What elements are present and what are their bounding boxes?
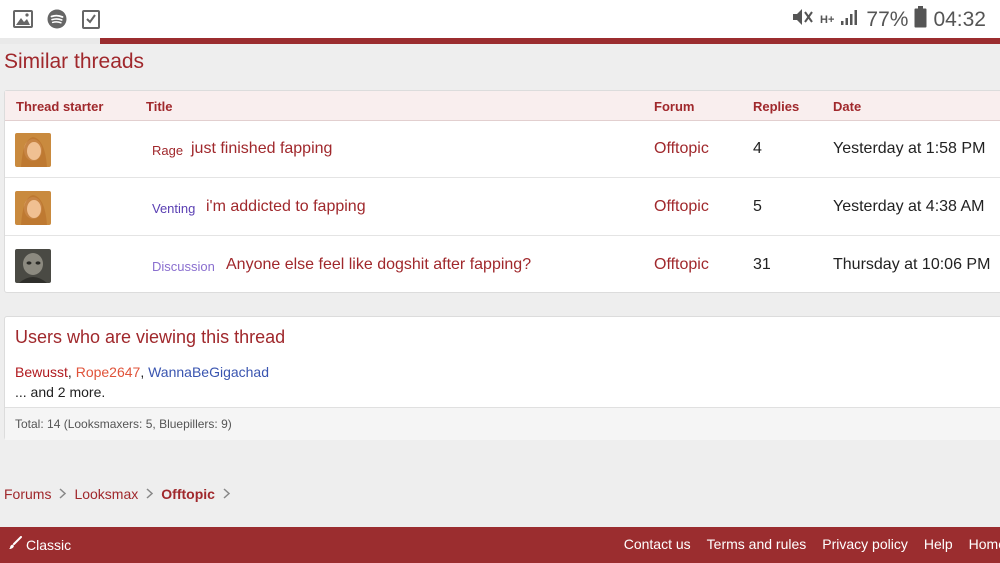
col-thread-starter[interactable]: Thread starter xyxy=(16,99,103,114)
footer-link-terms[interactable]: Terms and rules xyxy=(707,536,807,552)
footer-link-privacy[interactable]: Privacy policy xyxy=(822,536,908,552)
footer-link-home[interactable]: Home xyxy=(969,536,1000,552)
avatar[interactable] xyxy=(15,249,51,283)
thread-prefix[interactable]: Discussion xyxy=(152,259,215,274)
status-bar: H+ 77% 04:32 xyxy=(0,0,1000,38)
col-replies[interactable]: Replies xyxy=(753,99,799,114)
muted-icon xyxy=(790,6,814,33)
battery-percent: 77% xyxy=(866,7,909,31)
footer: Classic Contact us Terms and rules Priva… xyxy=(0,527,1000,563)
forum-link[interactable]: Offtopic xyxy=(654,140,709,158)
thread-date[interactable]: Yesterday at 4:38 AM xyxy=(833,198,985,216)
reply-count: 5 xyxy=(753,198,762,215)
breadcrumb-forums[interactable]: Forums xyxy=(4,486,51,502)
active-tab-indicator xyxy=(0,38,100,44)
thread-date[interactable]: Thursday at 10:06 PM xyxy=(833,256,990,274)
breadcrumb-offtopic[interactable]: Offtopic xyxy=(161,486,215,502)
viewers-total: Total: 14 (Looksmaxers: 5, Bluepillers: … xyxy=(5,407,1000,440)
forum-link[interactable]: Offtopic xyxy=(654,198,709,216)
avatar[interactable] xyxy=(15,191,51,225)
breadcrumb-looksmax[interactable]: Looksmax xyxy=(74,486,138,502)
viewer-list: Bewusst, Rope2647, WannaBeGigachad xyxy=(15,364,269,380)
thread-title-link[interactable]: just finished fapping xyxy=(191,140,332,158)
breadcrumb: Forums Looksmax Offtopic xyxy=(4,486,231,502)
header-bar xyxy=(0,38,1000,44)
thread-date[interactable]: Yesterday at 1:58 PM xyxy=(833,140,985,158)
thread-title-link[interactable]: i'm addicted to fapping xyxy=(206,198,366,216)
table-row: Discussion Anyone else feel like dogshit… xyxy=(5,237,1000,294)
system-indicators: H+ 77% 04:32 xyxy=(790,6,986,33)
table-header: Thread starter Title Forum Replies Date xyxy=(5,91,1000,121)
similar-threads-title: Similar threads xyxy=(4,50,145,73)
viewer-user-link[interactable]: WannaBeGigachad xyxy=(148,364,269,380)
thread-prefix[interactable]: Venting xyxy=(152,201,195,216)
chevron-right-icon xyxy=(59,486,67,502)
footer-links: Contact us Terms and rules Privacy polic… xyxy=(624,536,1000,552)
reply-count: 4 xyxy=(753,140,762,157)
viewer-user-link[interactable]: Rope2647 xyxy=(76,364,141,380)
forum-link[interactable]: Offtopic xyxy=(654,256,709,274)
footer-link-help[interactable]: Help xyxy=(924,536,953,552)
col-forum[interactable]: Forum xyxy=(654,99,694,114)
spotify-icon xyxy=(46,8,68,30)
viewers-title: Users who are viewing this thread xyxy=(15,327,286,347)
battery-icon xyxy=(914,6,927,33)
style-label: Classic xyxy=(26,536,72,553)
style-chooser[interactable]: Classic xyxy=(8,536,71,553)
task-check-icon xyxy=(80,8,102,30)
viewer-separator: , xyxy=(140,364,149,380)
paintbrush-icon xyxy=(8,536,22,553)
viewers-more: ... and 2 more. xyxy=(15,384,106,400)
viewer-separator: , xyxy=(67,364,76,380)
table-row: Venting i'm addicted to fapping Offtopic… xyxy=(5,179,1000,236)
viewer-user-link[interactable]: Bewusst xyxy=(15,364,68,380)
signal-icon xyxy=(840,8,860,31)
col-title[interactable]: Title xyxy=(146,99,173,114)
avatar[interactable] xyxy=(15,133,51,167)
notification-icons xyxy=(12,8,102,30)
viewers-block: Users who are viewing this thread Bewuss… xyxy=(4,316,1000,440)
thread-prefix[interactable]: Rage xyxy=(152,143,183,158)
col-date[interactable]: Date xyxy=(833,99,861,114)
reply-count: 31 xyxy=(753,256,771,273)
thread-title-link[interactable]: Anyone else feel like dogshit after fapp… xyxy=(226,256,531,274)
similar-threads-table: Thread starter Title Forum Replies Date … xyxy=(4,90,1000,293)
chevron-right-icon xyxy=(146,486,154,502)
chevron-right-icon xyxy=(223,486,231,502)
footer-link-contact[interactable]: Contact us xyxy=(624,536,691,552)
network-type-label: H+ xyxy=(820,13,835,26)
clock: 04:32 xyxy=(933,7,986,31)
table-row: Rage just finished fapping Offtopic 4 Ye… xyxy=(5,121,1000,178)
gallery-icon xyxy=(12,8,34,30)
